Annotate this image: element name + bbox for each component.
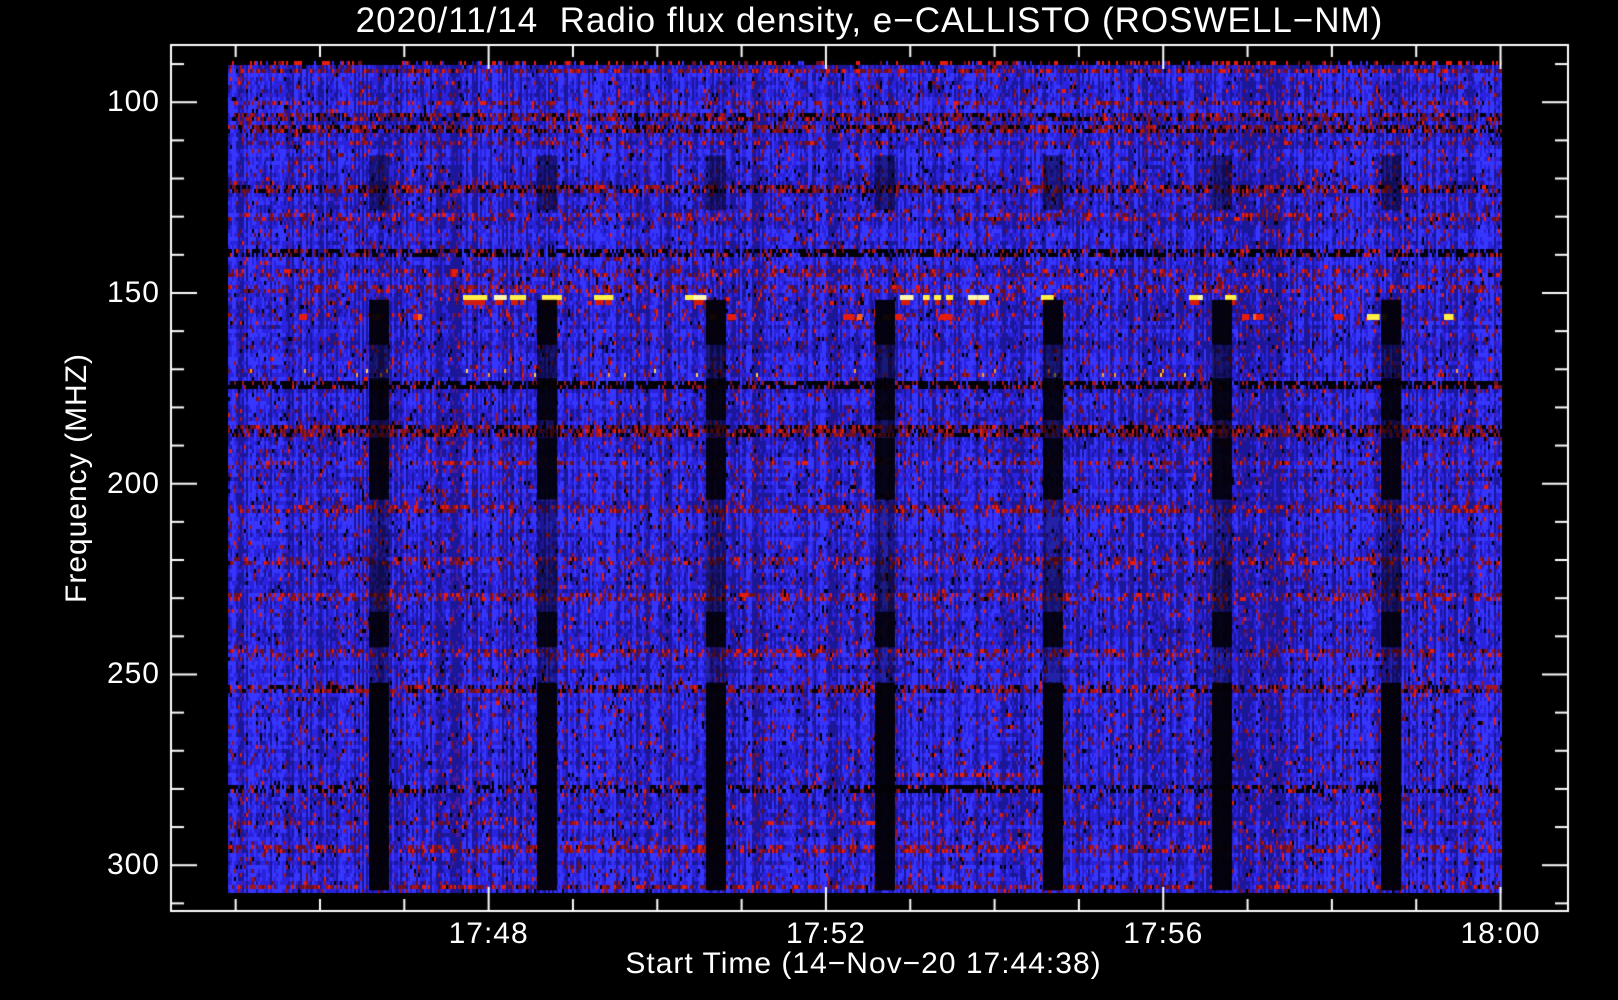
x-axis-label: Start Time (14−Nov−20 17:44:38) bbox=[625, 947, 1102, 980]
spectrogram-window: 2020/11/14 Radio flux density, e−CALLIST… bbox=[0, 0, 1618, 1000]
chart-title: 2020/11/14 Radio flux density, e−CALLIST… bbox=[355, 1, 1384, 40]
y-axis-label: Frequency (MHZ) bbox=[60, 352, 93, 604]
spectrogram-canvas bbox=[0, 0, 1618, 1000]
